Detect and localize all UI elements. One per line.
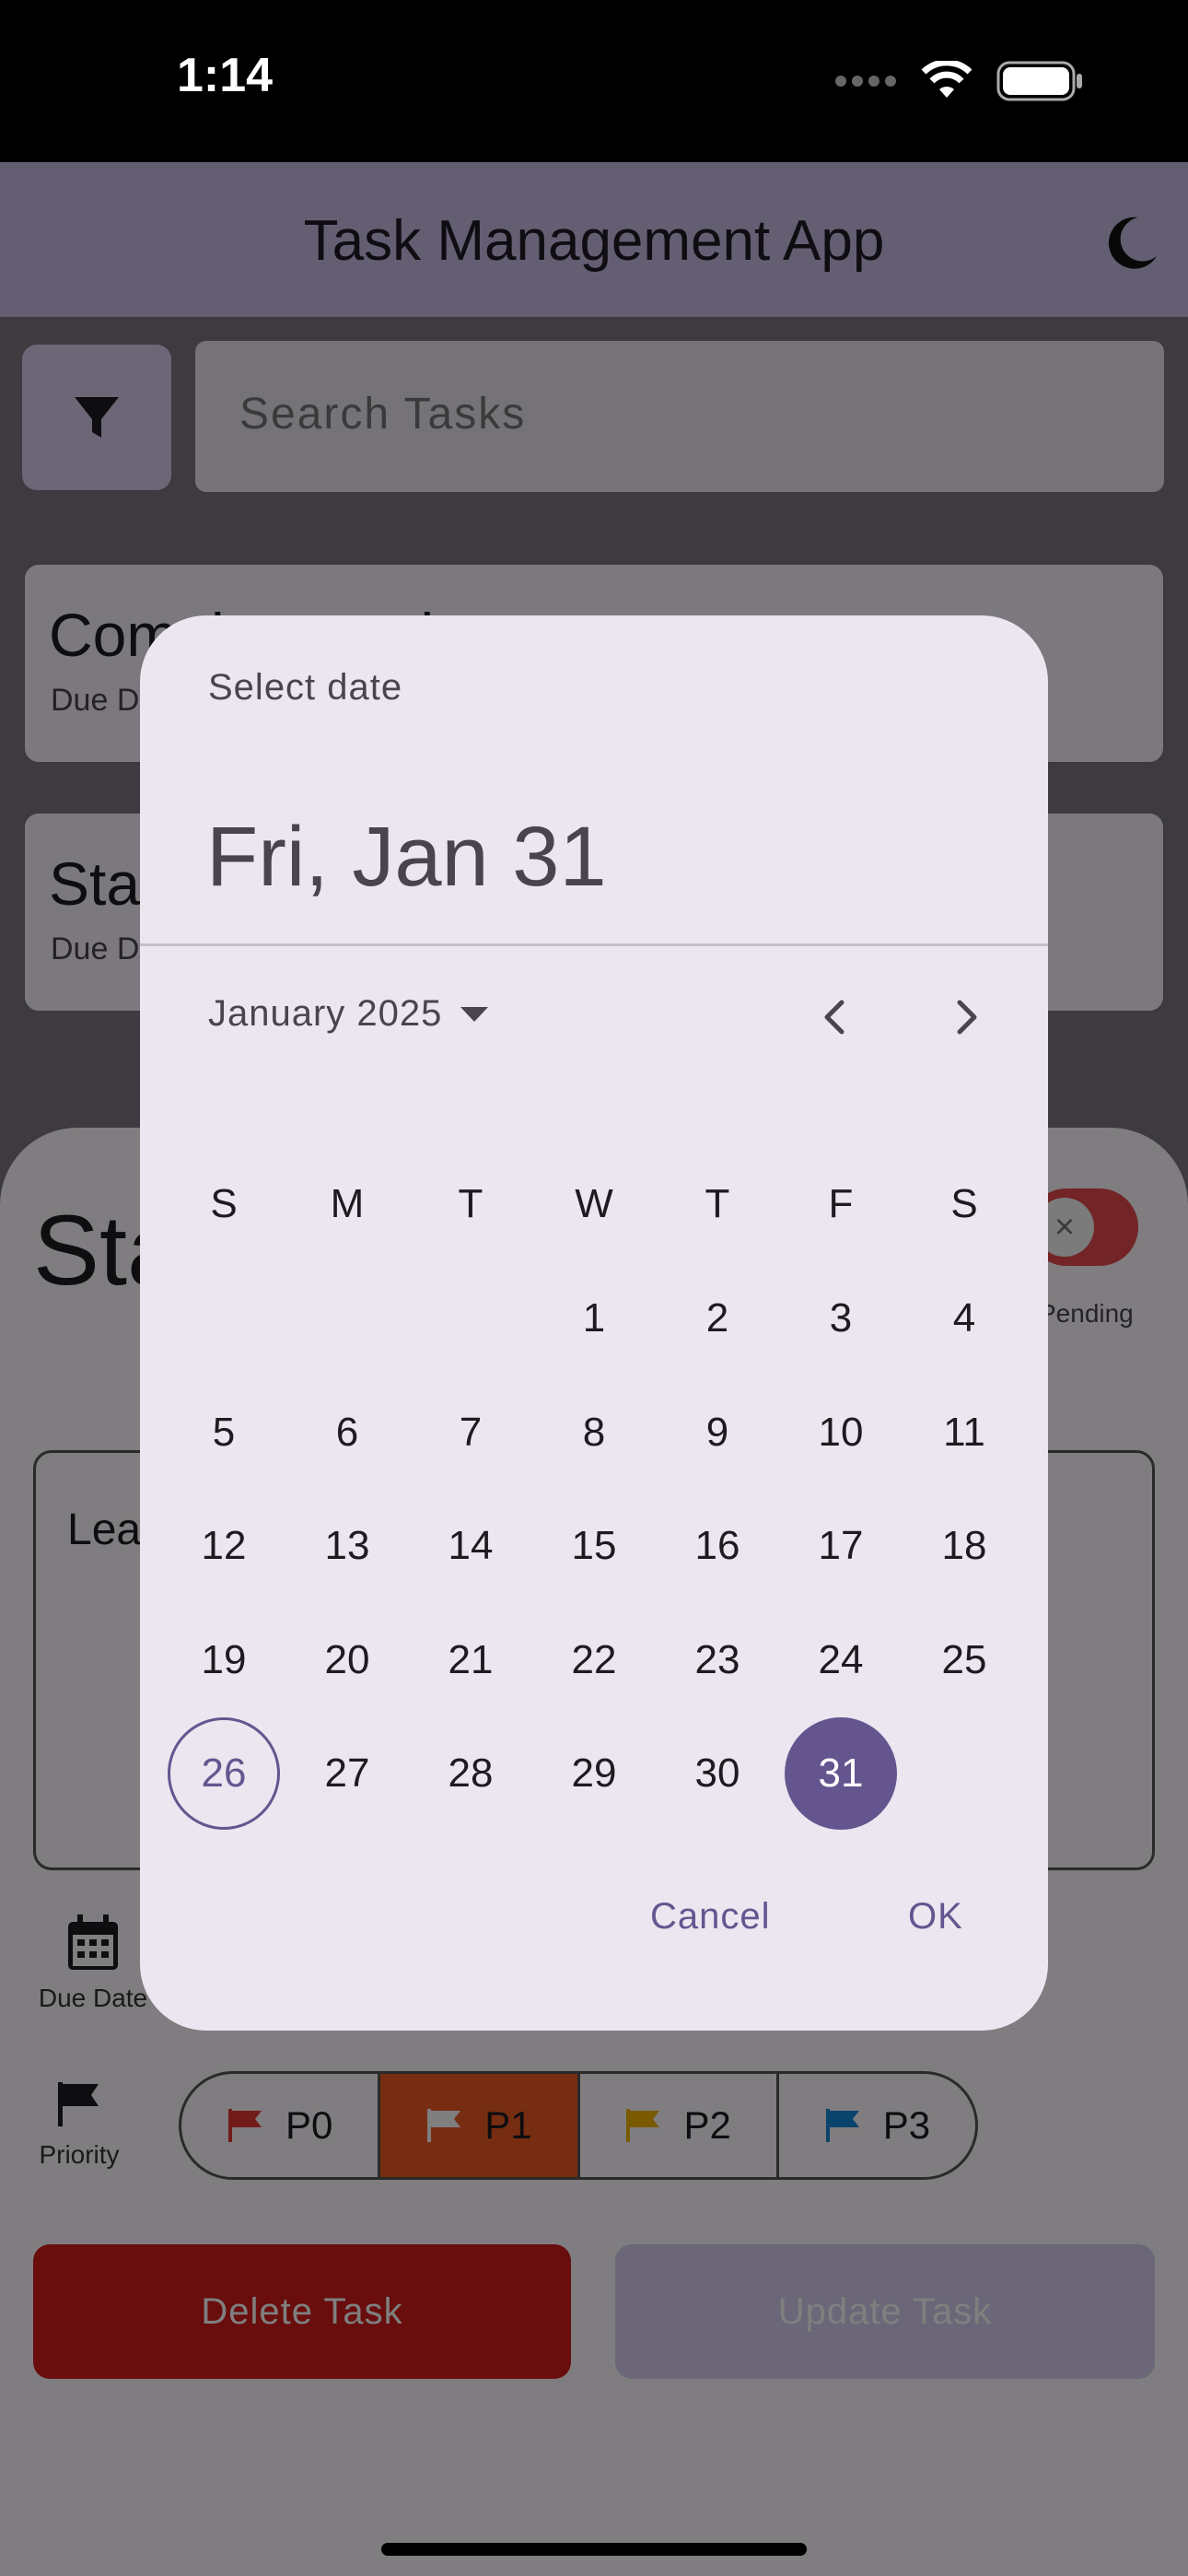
day-cell[interactable]: 9 [661,1376,774,1489]
day-cell[interactable]: 14 [414,1490,527,1602]
day-cell[interactable]: 21 [414,1604,527,1716]
day-cell[interactable]: 7 [414,1376,527,1489]
day-cell[interactable]: 29 [538,1717,650,1830]
status-bar: 1:14 [0,0,1188,162]
day-cell-selected[interactable]: 31 [785,1717,897,1830]
day-cell[interactable]: 27 [291,1717,403,1830]
day-cell[interactable]: 8 [538,1376,650,1489]
weekday-header: S [950,1181,978,1226]
day-cell[interactable]: 23 [661,1604,774,1716]
day-cell[interactable]: 4 [908,1262,1020,1375]
weekday-header: S [210,1181,238,1226]
date-picker-dialog: Select date Fri, Jan 31 January 2025 S M T… [140,615,1048,2031]
cellular-signal-icon [835,76,896,87]
day-cell[interactable]: 17 [785,1490,897,1602]
day-cell[interactable]: 3 [785,1262,897,1375]
cancel-button[interactable]: Cancel [650,1896,771,1938]
divider [140,943,1048,946]
month-year-label: January 2025 [208,993,443,1034]
day-cell[interactable]: 24 [785,1604,897,1716]
day-cell[interactable]: 20 [291,1604,403,1716]
day-cell[interactable]: 10 [785,1376,897,1489]
weekday-header: T [458,1181,483,1226]
date-picker-help-text: Select date [208,667,403,708]
home-indicator [381,2543,807,2556]
day-cell[interactable]: 18 [908,1490,1020,1602]
day-cell[interactable]: 12 [168,1490,280,1602]
weekday-header: W [575,1181,613,1226]
day-cell[interactable]: 13 [291,1490,403,1602]
day-cell[interactable]: 25 [908,1604,1020,1716]
day-cell[interactable]: 5 [168,1376,280,1489]
weekday-header: M [330,1181,365,1226]
chevron-right-icon [957,1000,977,1035]
day-cell[interactable]: 6 [291,1376,403,1489]
day-cell[interactable]: 19 [168,1604,280,1716]
wifi-icon [921,61,973,98]
weekday-header: F [828,1181,854,1226]
previous-month-button[interactable] [805,988,864,1047]
day-cell[interactable]: 15 [538,1490,650,1602]
battery-icon [996,61,1082,101]
weekday-header: T [705,1181,730,1226]
day-cell[interactable]: 11 [908,1376,1020,1489]
chevron-left-icon [824,1000,844,1035]
day-cell[interactable]: 1 [538,1262,650,1375]
month-year-selector[interactable]: January 2025 [208,993,489,1035]
day-cell[interactable]: 2 [661,1262,774,1375]
next-month-button[interactable] [938,988,996,1047]
status-icons [834,61,1085,101]
status-time: 1:14 [177,49,274,102]
day-cell[interactable]: 28 [414,1717,527,1830]
day-cell[interactable]: 30 [661,1717,774,1830]
dropdown-arrow-icon [460,1006,489,1022]
day-cell[interactable]: 16 [661,1490,774,1602]
day-cell-today[interactable]: 26 [168,1717,280,1830]
ok-button[interactable]: OK [908,1896,963,1938]
day-cell[interactable]: 22 [538,1604,650,1716]
selected-date-headline: Fri, Jan 31 [206,810,607,904]
